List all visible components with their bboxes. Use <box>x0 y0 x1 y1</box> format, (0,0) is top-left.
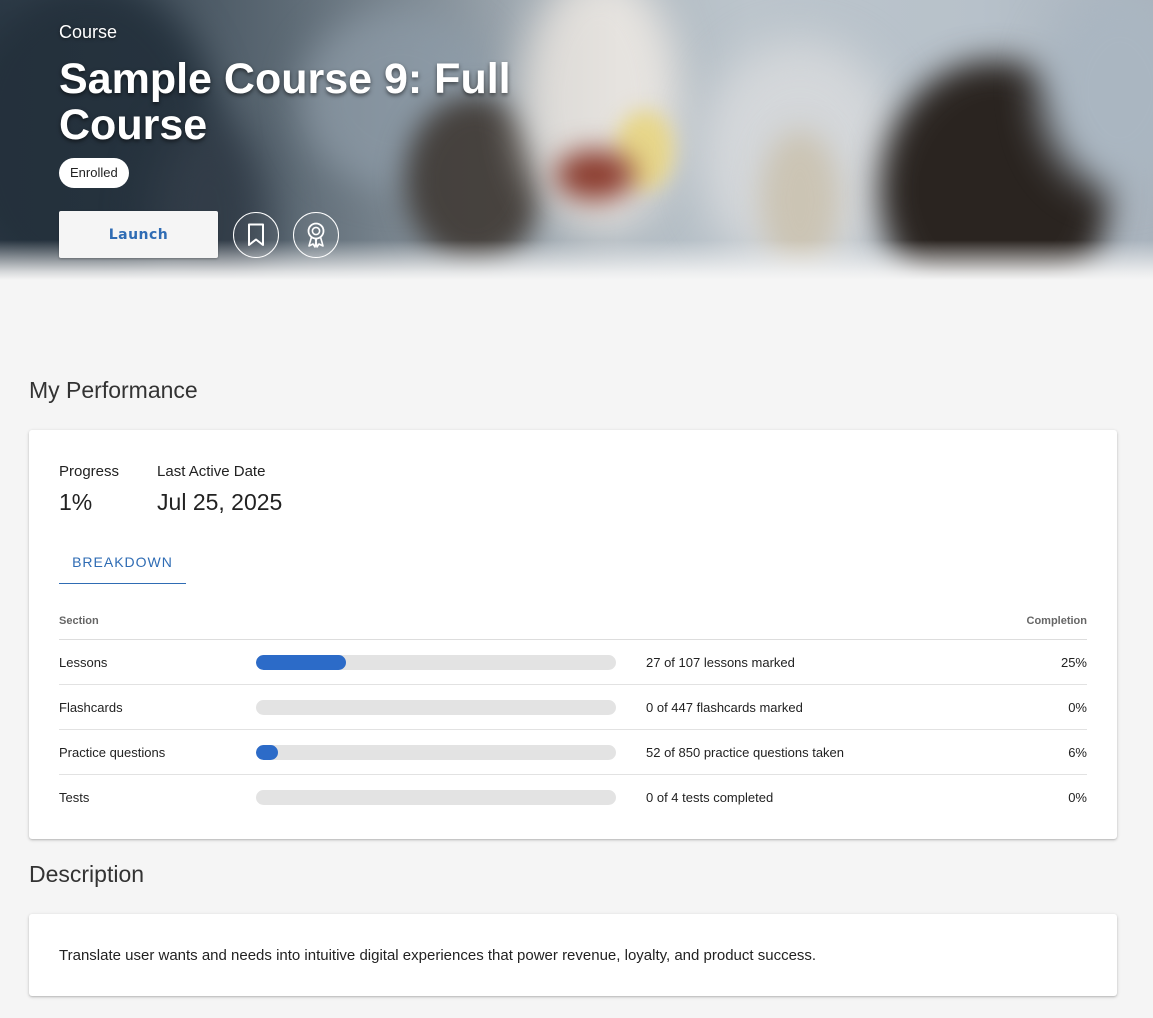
progress-bar-fill <box>256 744 278 760</box>
row-completion: 6% <box>1068 744 1087 760</box>
progress-bar <box>256 744 616 760</box>
hero-content: Course Sample Course 9: Full Course Enro… <box>59 20 619 258</box>
breakdown-table: Section Completion Lessons 27 of 107 les… <box>59 613 1087 820</box>
row-completion: 25% <box>1060 654 1087 670</box>
row-detail: 52 of 850 practice questions taken <box>646 744 845 760</box>
row-section-name: Practice questions <box>59 744 166 760</box>
tab-breakdown[interactable]: BREAKDOWN <box>59 540 186 584</box>
description-card: Translate user wants and needs into intu… <box>29 914 1117 996</box>
progress-bar-fill <box>256 654 346 670</box>
row-detail: 27 of 107 lessons marked <box>646 654 795 670</box>
certificate-icon <box>307 222 325 248</box>
bookmark-button[interactable] <box>233 211 279 258</box>
table-row-lessons: Lessons 27 of 107 lessons marked 25% <box>59 640 1087 685</box>
last-active-label: Last Active Date <box>157 463 266 480</box>
row-completion: 0% <box>1068 699 1087 715</box>
progress-stat: Progress 1% <box>59 462 119 516</box>
performance-card: Progress 1% Last Active Date Jul 25, 202… <box>29 430 1117 839</box>
row-completion: 0% <box>1068 790 1087 805</box>
section-column-header: Section <box>59 615 99 627</box>
table-row-practice-questions: Practice questions 52 of 850 practice qu… <box>59 730 1087 775</box>
last-active-stat: Last Active Date Jul 25, 2025 <box>157 462 282 516</box>
table-header: Section Completion <box>59 613 1087 640</box>
row-section-name: Lessons <box>59 654 108 670</box>
table-row-flashcards: Flashcards 0 of 447 flashcards marked 0% <box>59 685 1087 730</box>
last-active-value: Jul 25, 2025 <box>157 489 283 515</box>
course-title: Sample Course 9: Full Course <box>59 55 511 149</box>
performance-heading: My Performance <box>29 377 198 403</box>
row-detail: 0 of 4 tests completed <box>646 790 774 805</box>
enrollment-status-badge: Enrolled <box>59 158 129 188</box>
certificate-button[interactable] <box>293 211 339 258</box>
row-detail: 0 of 447 flashcards marked <box>646 699 803 715</box>
progress-bar <box>256 699 616 715</box>
table-row-tests: Tests 0 of 4 tests completed 0% <box>59 775 1087 820</box>
progress-bar <box>256 654 616 670</box>
row-section-name: Flashcards <box>59 699 123 715</box>
bookmark-icon <box>248 223 264 246</box>
course-hero-banner: Course Sample Course 9: Full Course Enro… <box>0 0 1153 280</box>
progress-value: 1% <box>59 489 93 515</box>
launch-button[interactable]: Launch <box>59 211 218 258</box>
row-section-name: Tests <box>59 790 90 805</box>
completion-column-header: Completion <box>1026 615 1088 627</box>
progress-label: Progress <box>59 463 120 480</box>
hero-actions: Launch <box>59 211 619 258</box>
progress-bar <box>256 790 616 805</box>
content-type-label: Course <box>59 22 118 42</box>
performance-stats: Progress 1% Last Active Date Jul 25, 202… <box>59 462 320 516</box>
description-heading: Description <box>29 861 145 887</box>
description-text: Translate user wants and needs into intu… <box>59 947 817 964</box>
